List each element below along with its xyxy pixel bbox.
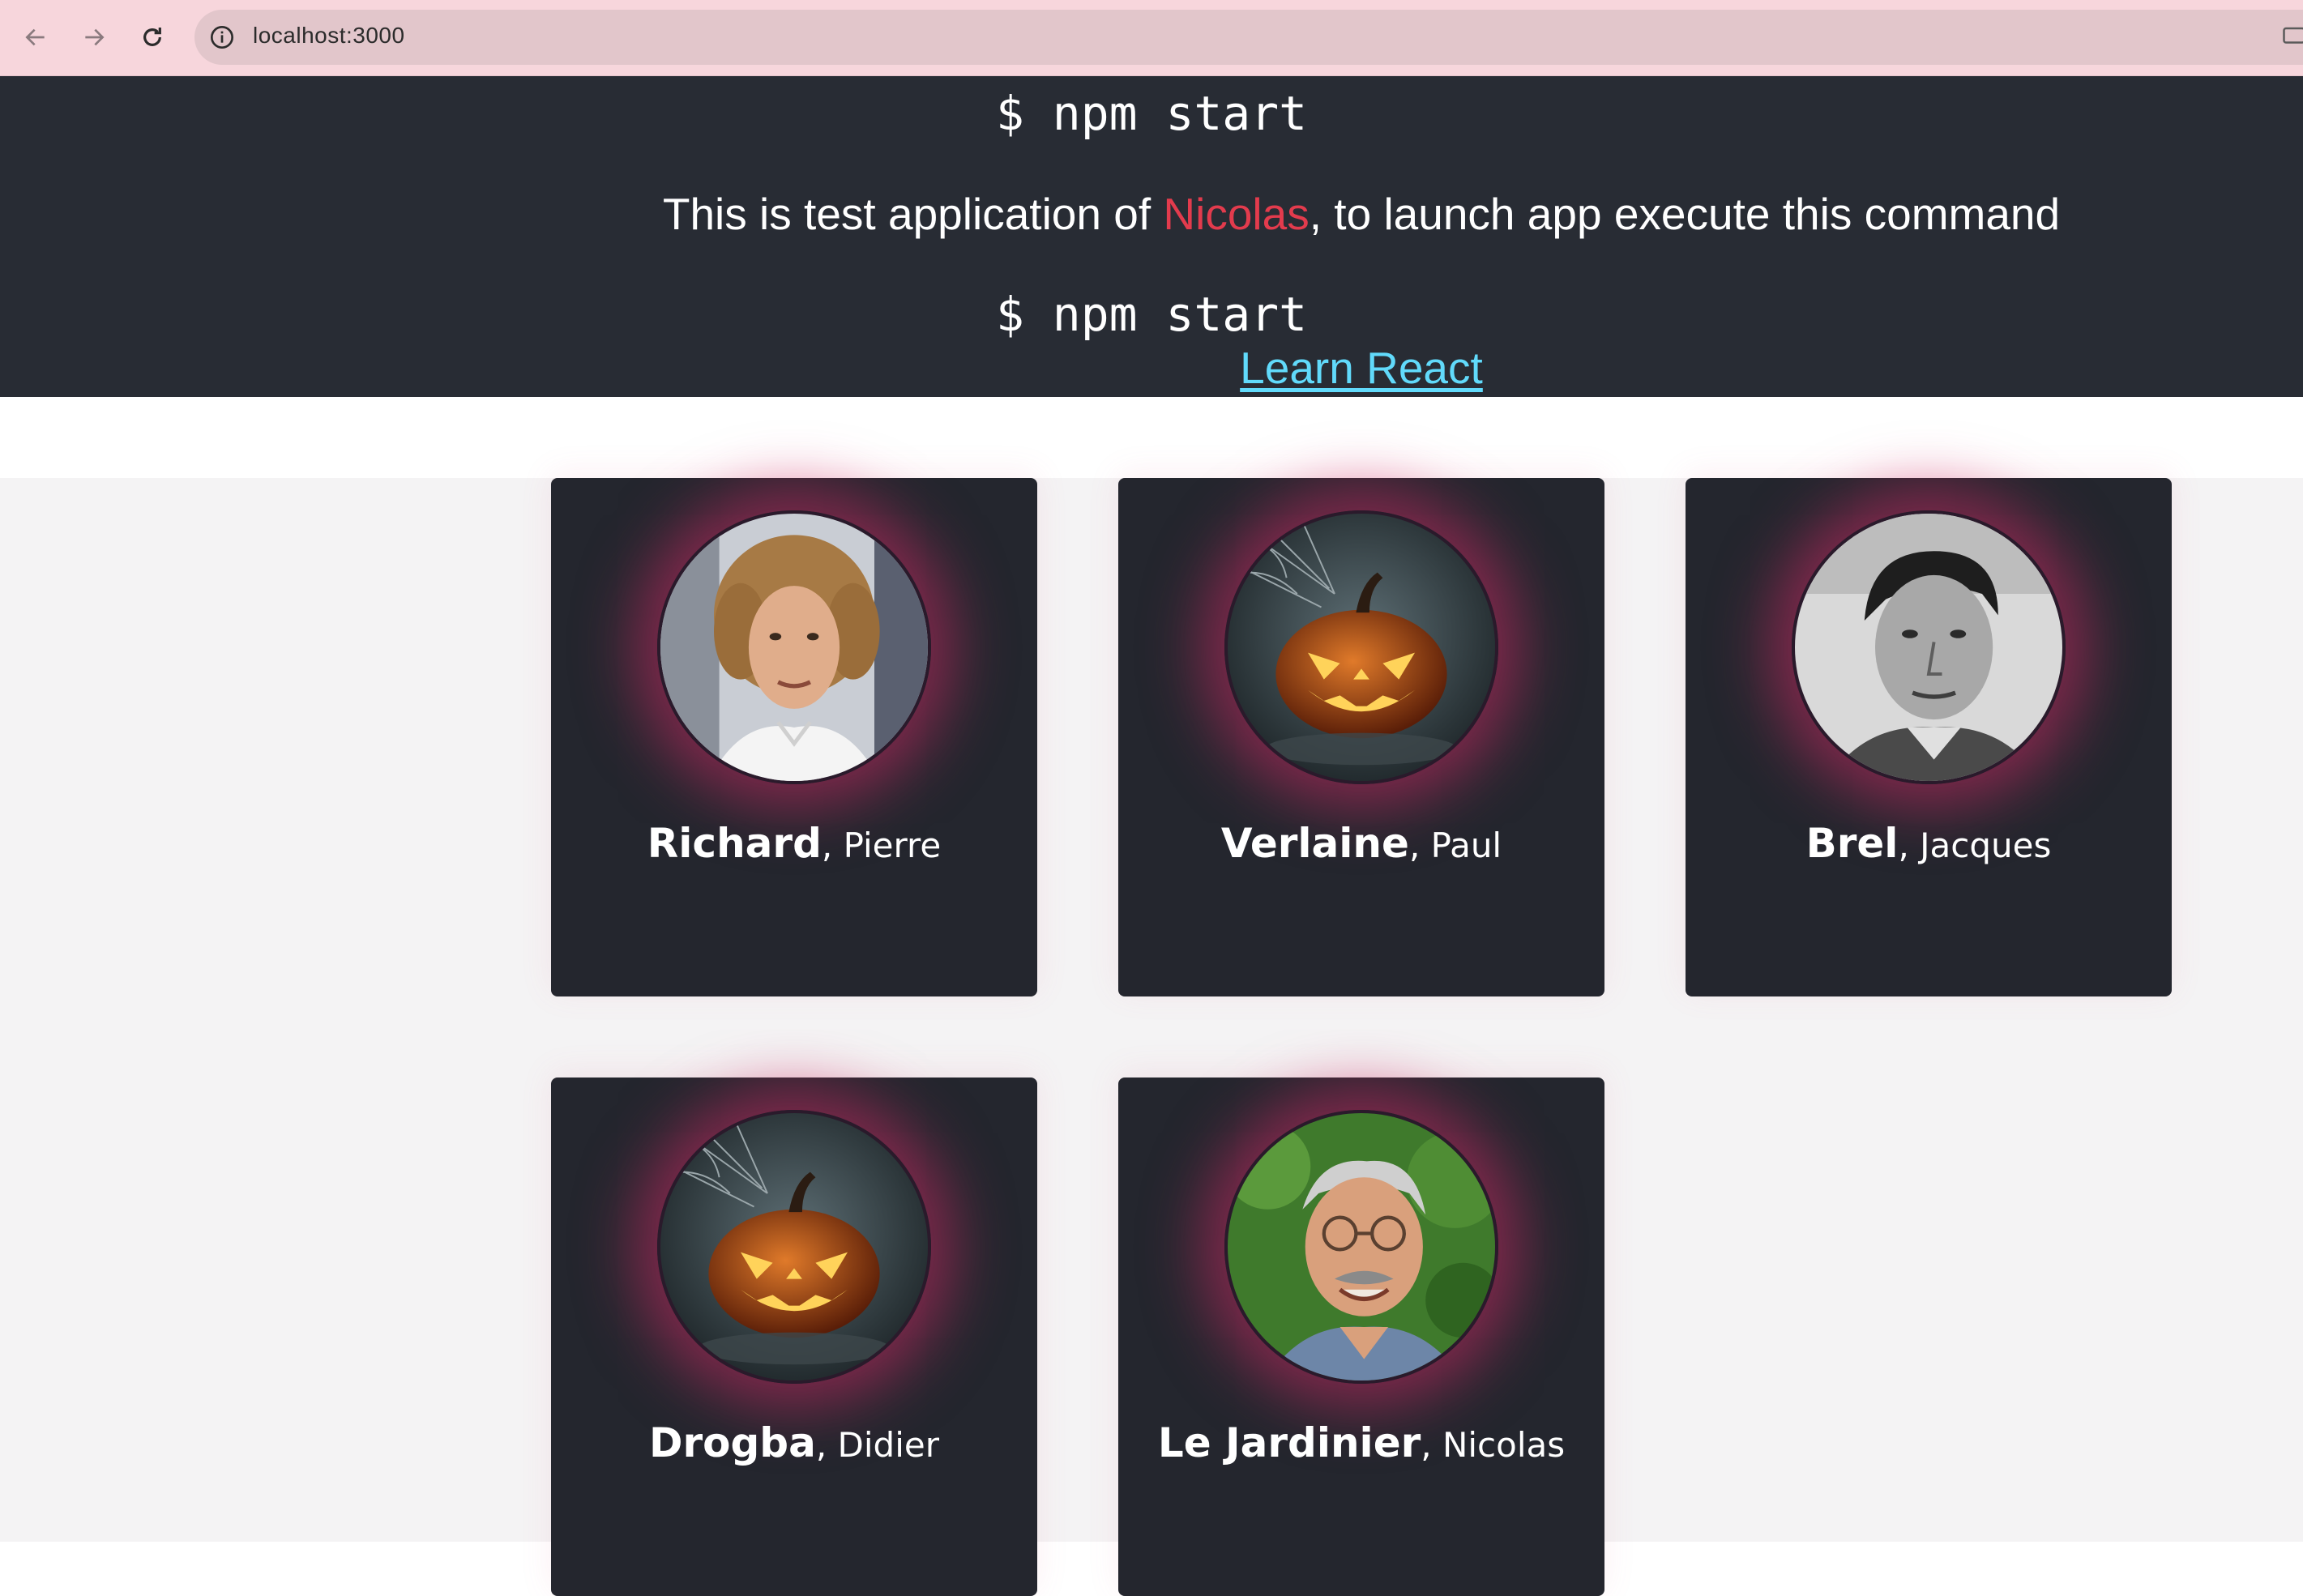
- portrait-glasses-garden-image: [1228, 1113, 1495, 1380]
- card-gallery: Richard, Pierre Verlaine, Paul Brel, Jac…: [0, 478, 2303, 1596]
- arrow-left-icon: [25, 28, 45, 46]
- first-name: , Paul: [1408, 826, 1502, 865]
- reload-icon: [143, 28, 161, 46]
- intro-name: Nicolas: [1163, 189, 1310, 239]
- person-card[interactable]: Richard, Pierre: [551, 478, 1037, 996]
- avatar-glow: [1792, 510, 2066, 784]
- command-line: $ npm start: [995, 86, 1308, 141]
- learn-react-link[interactable]: Learn React: [1240, 343, 1483, 393]
- command-line-repeat: $ npm start: [995, 287, 1308, 342]
- learn-react-container: Learn React: [0, 342, 2303, 394]
- cast-icon[interactable]: [2282, 24, 2303, 49]
- avatar: [657, 1110, 931, 1384]
- portrait-black-white-image: [1795, 514, 2062, 781]
- person-card[interactable]: Le Jardinier, Nicolas: [1118, 1078, 1604, 1596]
- person-card[interactable]: Drogba, Didier: [551, 1078, 1037, 1596]
- intro-before: This is test application of: [662, 189, 1164, 239]
- app-header: $ npm start This is test application of …: [0, 76, 2303, 397]
- avatar-glow: [1224, 510, 1498, 784]
- first-name: , Jacques: [1898, 826, 2052, 865]
- address-bar[interactable]: localhost:3000: [194, 10, 2303, 65]
- intro-after: , to launch app execute this command: [1309, 189, 2061, 239]
- person-card[interactable]: Brel, Jacques: [1686, 478, 2172, 996]
- last-name: Richard: [647, 820, 822, 867]
- first-name: , Nicolas: [1421, 1425, 1566, 1465]
- jack-o-lantern-image: [1228, 514, 1495, 781]
- card-name: Drogba, Didier: [551, 1419, 1037, 1466]
- intro-text: This is test application of Nicolas, to …: [0, 188, 2303, 240]
- card-name: Verlaine, Paul: [1118, 820, 1604, 867]
- avatar-glow: [657, 1110, 931, 1384]
- card-name: Richard, Pierre: [551, 820, 1037, 867]
- last-name: Le Jardinier: [1157, 1419, 1421, 1466]
- first-name: , Pierre: [821, 826, 942, 865]
- info-icon[interactable]: [209, 24, 235, 50]
- url-text[interactable]: localhost:3000: [253, 23, 405, 49]
- card-name: Le Jardinier, Nicolas: [1118, 1419, 1604, 1466]
- jack-o-lantern-image: [660, 1113, 928, 1380]
- avatar: [657, 510, 931, 784]
- browser-toolbar: localhost:3000: [0, 0, 2303, 76]
- avatar: [1792, 510, 2066, 784]
- first-name: , Didier: [815, 1425, 939, 1465]
- person-card[interactable]: Verlaine, Paul: [1118, 478, 1604, 996]
- arrow-right-icon: [85, 28, 105, 46]
- avatar: [1224, 1110, 1498, 1384]
- card-name: Brel, Jacques: [1686, 820, 2172, 867]
- reload-button[interactable]: [135, 19, 170, 55]
- avatar-glow: [1224, 1110, 1498, 1384]
- last-name: Brel: [1805, 820, 1899, 867]
- back-button[interactable]: [18, 19, 53, 55]
- avatar-glow: [657, 510, 931, 784]
- last-name: Verlaine: [1220, 820, 1409, 867]
- avatar: [1224, 510, 1498, 784]
- last-name: Drogba: [649, 1419, 816, 1466]
- portrait-curly-hair-image: [660, 514, 928, 781]
- forward-button[interactable]: [76, 19, 112, 55]
